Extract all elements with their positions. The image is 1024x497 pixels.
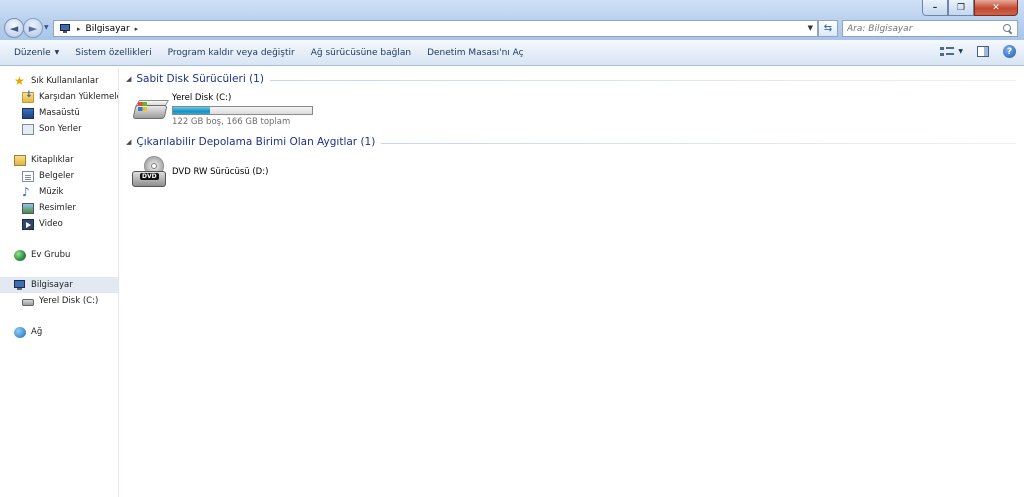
downloads-folder-icon (22, 90, 34, 103)
nav-network[interactable]: Ağ (0, 324, 118, 340)
recent-pages-dropdown-icon[interactable]: ▼ (44, 24, 49, 31)
back-button[interactable]: ◄ (4, 18, 24, 38)
nav-label: Müzik (39, 187, 64, 197)
drive-c-tile[interactable]: Yerel Disk (C:) 122 GB boş, 166 GB topla… (132, 93, 313, 127)
group-header-removable[interactable]: ◢ Çıkarılabilir Depolama Birimi Olan Ayg… (126, 136, 1016, 148)
maximize-button[interactable]: ❐ (948, 0, 974, 16)
hard-drive-windows-icon (132, 93, 170, 127)
drive-c-space: 122 GB boş, 166 GB toplam (172, 117, 291, 127)
system-properties-button[interactable]: Sistem özellikleri (67, 43, 159, 63)
nav-label: Yerel Disk (C:) (39, 296, 99, 306)
help-icon[interactable]: ? (1003, 45, 1016, 58)
collapse-triangle-icon[interactable]: ◢ (126, 138, 131, 146)
recent-places-icon (22, 123, 34, 135)
collapse-triangle-icon[interactable]: ◢ (126, 75, 131, 83)
drive-c-usage-bar (172, 106, 313, 115)
computer-icon (14, 279, 26, 291)
forward-arrow-icon: ► (28, 21, 38, 35)
drive-d-tile[interactable]: DVD DVD RW Sürücüsü (D:) (132, 155, 268, 189)
nav-music[interactable]: ♪ Müzik (0, 184, 118, 200)
hard-drive-icon (22, 299, 34, 306)
nav-label: Resimler (39, 203, 76, 213)
nav-local-disk-c[interactable]: Yerel Disk (C:) (0, 293, 118, 309)
nav-video[interactable]: Video (0, 216, 118, 232)
uninstall-program-button[interactable]: Program kaldır veya değiştir (160, 43, 303, 63)
libraries-icon (14, 154, 26, 166)
nav-label: Ağ (31, 327, 43, 337)
homegroup-icon (14, 249, 26, 261)
organize-label: Düzenle (14, 47, 51, 58)
network-icon (14, 326, 26, 338)
search-icon[interactable] (1003, 23, 1013, 34)
nav-label: Masaüstü (39, 108, 80, 118)
change-view-icon[interactable] (940, 46, 955, 57)
refresh-button[interactable]: ⇆ (818, 20, 838, 37)
windows-logo-icon (138, 102, 147, 111)
command-bar: Düzenle ▼ Sistem özellikleri Program kal… (0, 40, 1024, 66)
dvd-logo: DVD (140, 173, 159, 180)
nav-libraries[interactable]: Kitaplıklar (0, 152, 118, 168)
map-network-drive-button[interactable]: Ağ sürücüsüne bağlan (303, 43, 419, 63)
group-title: Sabit Disk Sürücüleri (1) (136, 73, 264, 85)
nav-desktop[interactable]: Masaüstü (0, 105, 118, 121)
pictures-icon (22, 202, 34, 214)
nav-label: Bilgisayar (31, 280, 73, 290)
content-pane: ◢ Sabit Disk Sürücüleri (1) Yerel Disk (… (120, 67, 1024, 497)
drive-c-name: Yerel Disk (C:) (172, 93, 232, 103)
search-input[interactable] (847, 23, 997, 34)
nav-label: Belgeler (39, 171, 75, 181)
preview-pane-icon[interactable] (977, 46, 989, 57)
nav-favorites[interactable]: ★ Sık Kullanılanlar (0, 73, 118, 89)
star-icon: ★ (14, 73, 25, 88)
drive-c-usage-fill (173, 107, 210, 114)
group-divider (269, 79, 1016, 81)
address-bar[interactable]: ▸ Bilgisayar ▸ ▼ (53, 20, 818, 37)
desktop-icon (22, 107, 34, 119)
nav-recent-places[interactable]: Son Yerler (0, 121, 118, 137)
nav-label: Ev Grubu (31, 250, 71, 260)
nav-computer[interactable]: Bilgisayar (0, 277, 118, 293)
breadcrumb-separator-icon[interactable]: ▸ (77, 25, 81, 33)
address-dropdown-icon[interactable]: ▼ (808, 24, 813, 32)
minimize-button[interactable]: – (922, 0, 948, 16)
nav-homegroup[interactable]: Ev Grubu (0, 247, 118, 263)
breadcrumb-separator-icon[interactable]: ▸ (135, 25, 139, 33)
nav-label: Karşıdan Yüklemeler (39, 92, 118, 102)
command-bar-right: ▼ ? (940, 45, 1016, 58)
nav-label: Video (39, 219, 63, 229)
group-title: Çıkarılabilir Depolama Birimi Olan Aygıt… (136, 136, 376, 148)
organize-menu[interactable]: Düzenle ▼ (6, 43, 67, 63)
navigation-pane: ★ Sık Kullanılanlar Karşıdan Yüklemeler … (0, 67, 119, 497)
chevron-down-icon: ▼ (54, 49, 60, 56)
forward-button[interactable]: ► (23, 18, 43, 38)
back-arrow-icon: ◄ (9, 21, 19, 35)
close-button[interactable]: ✕ (974, 0, 1018, 16)
drive-d-name: DVD RW Sürücüsü (D:) (172, 167, 269, 177)
dvd-drive-icon: DVD (132, 155, 168, 189)
nav-label: Son Yerler (39, 124, 82, 134)
computer-icon (58, 23, 72, 34)
music-note-icon: ♪ (22, 184, 30, 199)
video-icon (22, 218, 34, 230)
window-controls: – ❐ ✕ (922, 0, 1018, 16)
open-control-panel-button[interactable]: Denetim Masası'nı Aç (419, 43, 532, 63)
search-box[interactable] (842, 20, 1018, 37)
refresh-icon: ⇆ (823, 23, 833, 34)
view-options-dropdown-icon[interactable]: ▼ (958, 48, 963, 55)
breadcrumb-computer[interactable]: Bilgisayar (86, 24, 130, 34)
documents-icon (22, 170, 34, 182)
group-header-hard-disks[interactable]: ◢ Sabit Disk Sürücüleri (1) (126, 73, 1016, 85)
nav-label: Kitaplıklar (31, 155, 74, 165)
nav-documents[interactable]: Belgeler (0, 168, 118, 184)
nav-label: Sık Kullanılanlar (31, 76, 99, 86)
nav-downloads[interactable]: Karşıdan Yüklemeler (0, 89, 118, 105)
group-divider (381, 142, 1016, 144)
nav-pictures[interactable]: Resimler (0, 200, 118, 216)
title-bar: – ❐ ✕ ◄ ► ▼ ▸ Bilgisayar ▸ ▼ ⇆ (0, 0, 1024, 40)
